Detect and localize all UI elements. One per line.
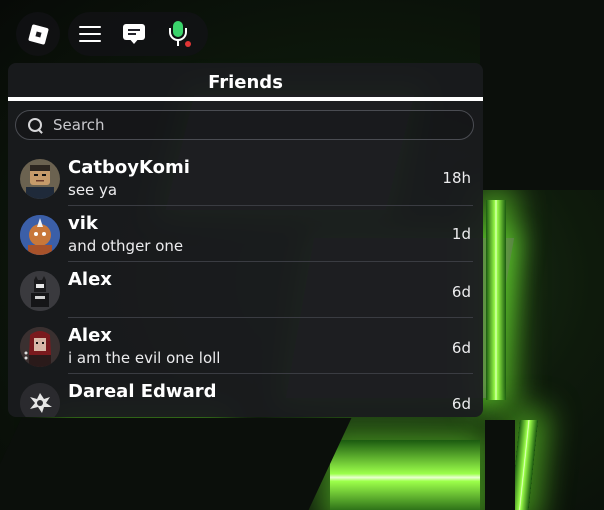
roblox-menu-button[interactable] xyxy=(16,12,60,56)
last-active-time: 6d xyxy=(451,283,471,301)
friend-name: vik xyxy=(68,213,98,234)
friends-list: CatboyKomi see ya 18h vik and othger one… xyxy=(8,149,483,417)
friend-name: CatboyKomi xyxy=(68,157,190,178)
scene-beam-top-right xyxy=(480,0,604,190)
scene-light-right xyxy=(486,200,506,400)
friend-row[interactable]: Alex 6d xyxy=(8,261,483,317)
scene-beam-bottom-right xyxy=(485,420,515,510)
search-icon xyxy=(28,117,43,134)
friend-row[interactable]: CatboyKomi see ya 18h xyxy=(8,149,483,205)
chat-button[interactable] xyxy=(112,12,156,56)
scene-light-bottom xyxy=(330,440,480,510)
search-box[interactable] xyxy=(15,110,474,140)
chat-bubble-icon xyxy=(123,24,145,44)
last-message: i am the evil one loll xyxy=(68,349,221,367)
topbar-button-group xyxy=(68,12,208,56)
title-underline xyxy=(8,97,483,101)
last-active-time: 1d xyxy=(451,225,471,243)
avatar xyxy=(20,271,60,311)
search-input[interactable] xyxy=(51,115,435,135)
panel-header: Friends xyxy=(8,63,483,101)
last-message: see ya xyxy=(68,181,118,199)
microphone-button[interactable] xyxy=(156,12,200,56)
panel-title: Friends xyxy=(208,72,283,93)
last-message: and othger one xyxy=(68,237,184,255)
avatar xyxy=(20,159,60,199)
last-active-time: 6d xyxy=(451,395,471,413)
roblox-logo-icon xyxy=(27,23,49,45)
hamburger-menu-icon xyxy=(79,26,101,42)
friend-row[interactable]: Dareal Edward 6d xyxy=(8,373,483,417)
friends-panel: Friends CatboyKomi see ya 18h xyxy=(8,63,483,417)
friend-name: Dareal Edward xyxy=(68,381,217,402)
mic-muted-indicator xyxy=(185,41,191,47)
menu-button[interactable] xyxy=(68,12,112,56)
last-active-time: 18h xyxy=(442,169,471,187)
last-active-time: 6d xyxy=(451,339,471,357)
avatar xyxy=(20,215,60,255)
scene-beam-bottom-left xyxy=(0,418,352,510)
friend-name: Alex xyxy=(68,269,112,290)
friend-name: Alex xyxy=(68,325,112,346)
friend-row[interactable]: vik and othger one 1d xyxy=(8,205,483,261)
avatar xyxy=(20,327,60,367)
friend-row[interactable]: Alex i am the evil one loll 6d xyxy=(8,317,483,373)
avatar xyxy=(20,383,60,417)
